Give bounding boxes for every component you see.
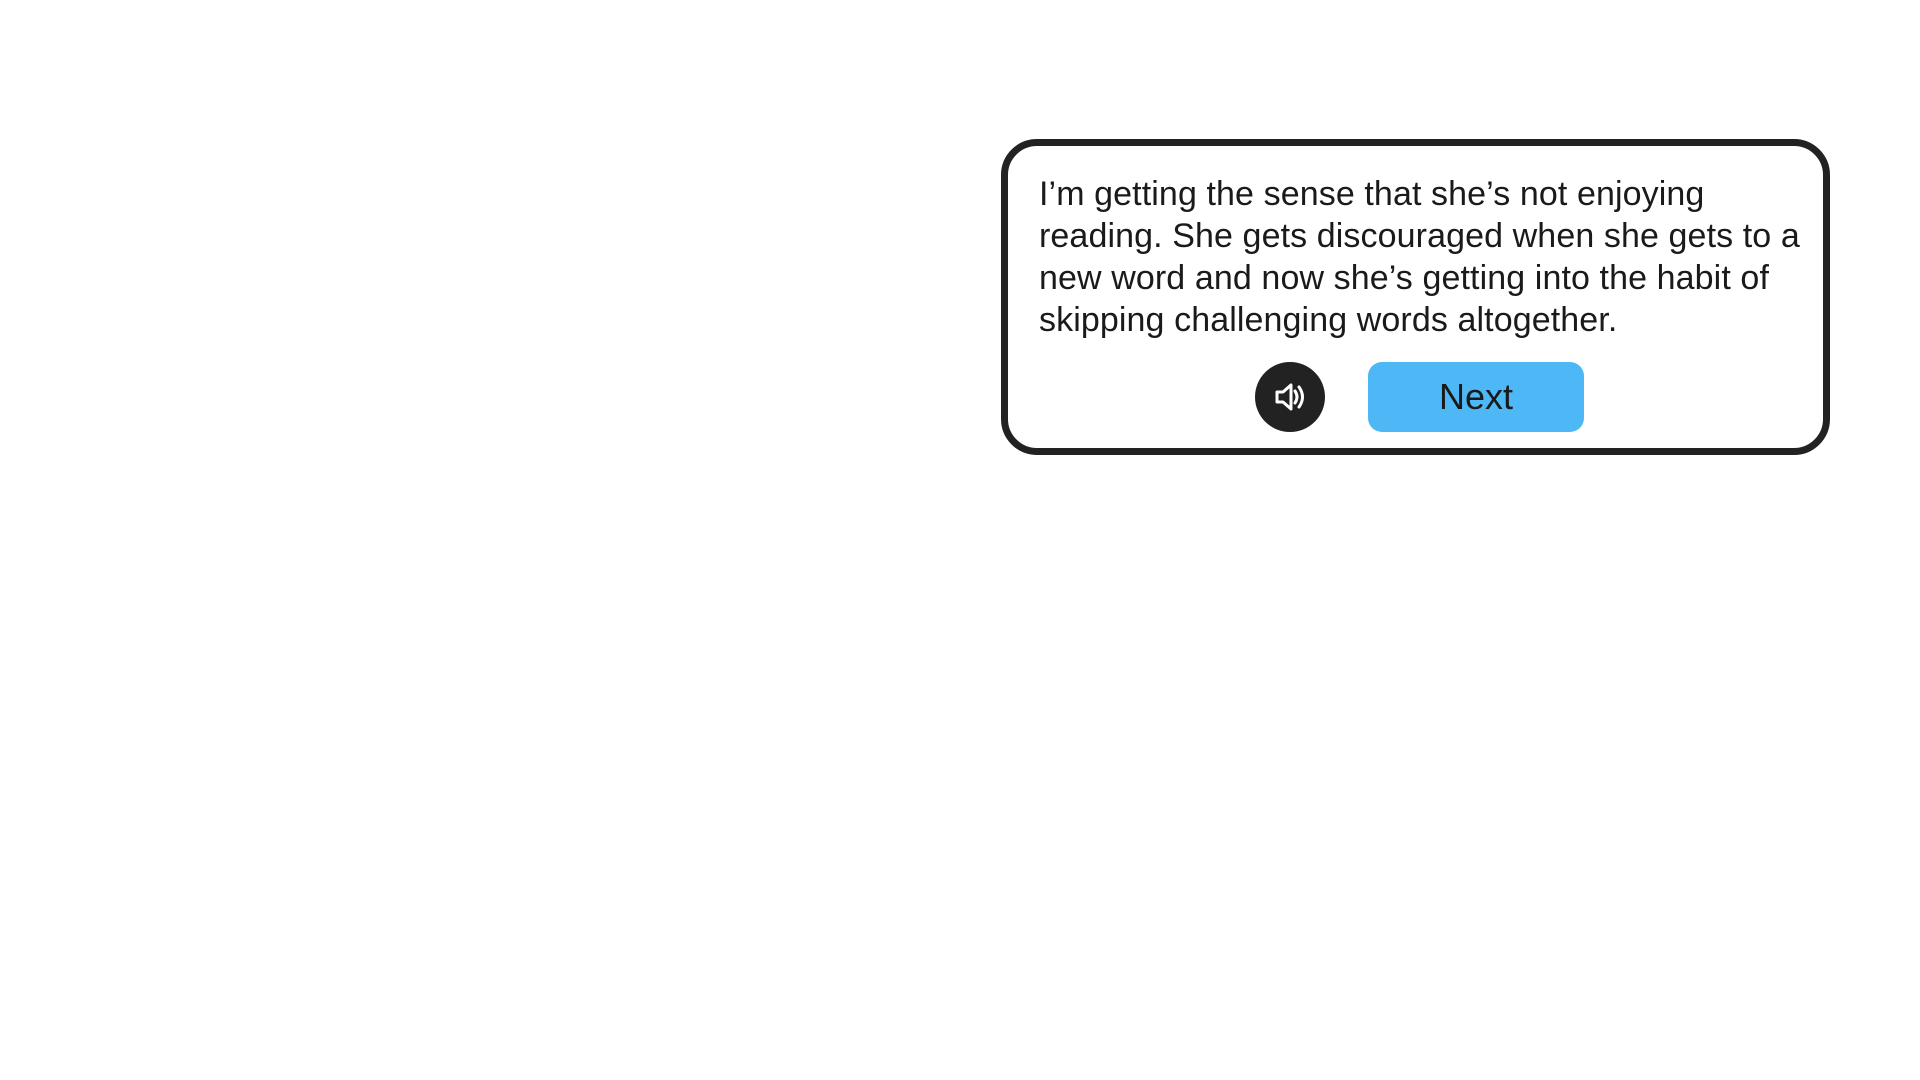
next-button[interactable]: Next xyxy=(1368,362,1584,432)
stage: I’m getting the sense that she’s not enj… xyxy=(0,0,1920,1080)
dialog-card: I’m getting the sense that she’s not enj… xyxy=(1001,139,1830,455)
play-audio-button[interactable] xyxy=(1255,362,1325,432)
dialog-text: I’m getting the sense that she’s not enj… xyxy=(1039,175,1800,339)
speaker-icon xyxy=(1270,377,1310,417)
